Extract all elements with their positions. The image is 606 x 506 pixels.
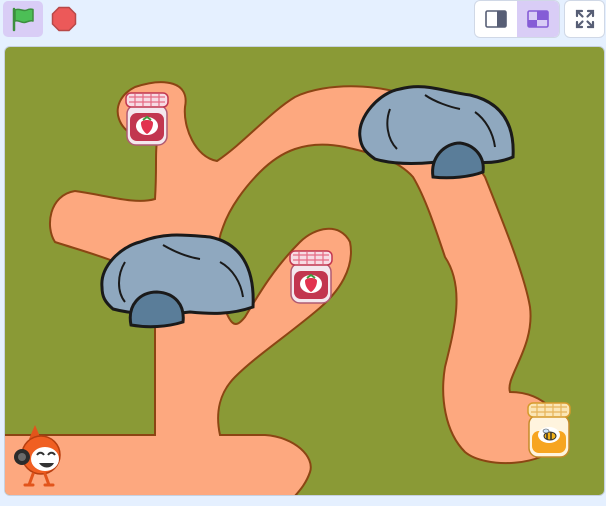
rock bbox=[100, 233, 255, 329]
stage-layout-toggle bbox=[474, 0, 560, 38]
stop-sign-icon bbox=[51, 6, 77, 32]
stage-toolbar bbox=[0, 0, 606, 44]
stage-canvas[interactable] bbox=[4, 46, 605, 496]
rock bbox=[358, 85, 515, 180]
honey-jar bbox=[527, 402, 571, 458]
green-flag-button[interactable] bbox=[3, 1, 43, 37]
strawberry-jam-jar bbox=[289, 250, 333, 304]
small-stage-button[interactable] bbox=[475, 1, 517, 37]
normal-stage-button[interactable] bbox=[517, 1, 559, 37]
normal-stage-layout-icon bbox=[527, 10, 549, 28]
fullscreen-button[interactable] bbox=[564, 0, 605, 38]
fullscreen-icon bbox=[575, 9, 594, 29]
small-stage-layout-icon bbox=[485, 10, 507, 28]
strawberry-jam-jar bbox=[125, 92, 169, 146]
green-flag-icon bbox=[12, 7, 34, 32]
stop-button[interactable] bbox=[46, 1, 82, 37]
